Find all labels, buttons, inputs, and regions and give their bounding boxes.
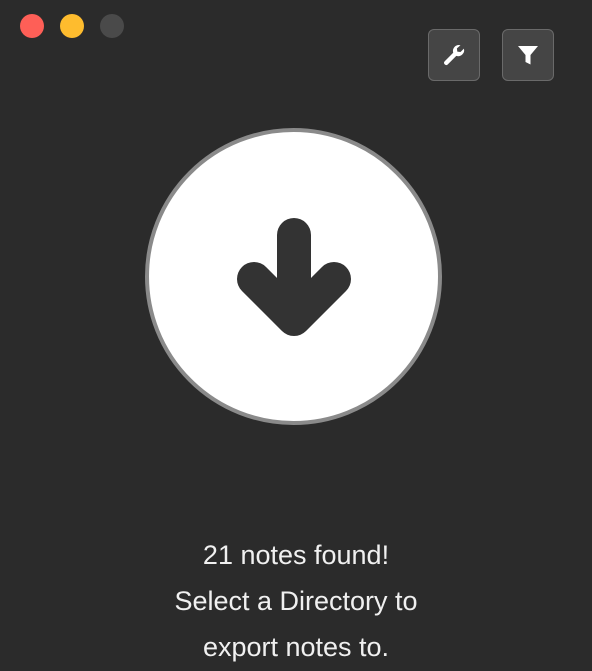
close-window-button[interactable]: [20, 14, 44, 38]
instruction-text-line2: export notes to.: [202, 632, 390, 662]
notes-count-text: 21 notes found!: [202, 540, 390, 570]
select-directory-button[interactable]: [145, 128, 442, 425]
arrow-down-icon: [236, 217, 351, 336]
status-message: 21 notes found! Select a Directory to ex…: [0, 532, 592, 670]
app-window: 21 notes found! Select a Directory to ex…: [0, 0, 592, 671]
window-controls: [20, 14, 124, 38]
minimize-window-button[interactable]: [60, 14, 84, 38]
filter-icon: [518, 46, 538, 65]
wrench-icon: [444, 44, 465, 66]
zoom-window-button[interactable]: [100, 14, 124, 38]
filter-button[interactable]: [502, 29, 554, 81]
settings-button[interactable]: [428, 29, 480, 81]
instruction-text-line1: Select a Directory to: [174, 586, 418, 616]
